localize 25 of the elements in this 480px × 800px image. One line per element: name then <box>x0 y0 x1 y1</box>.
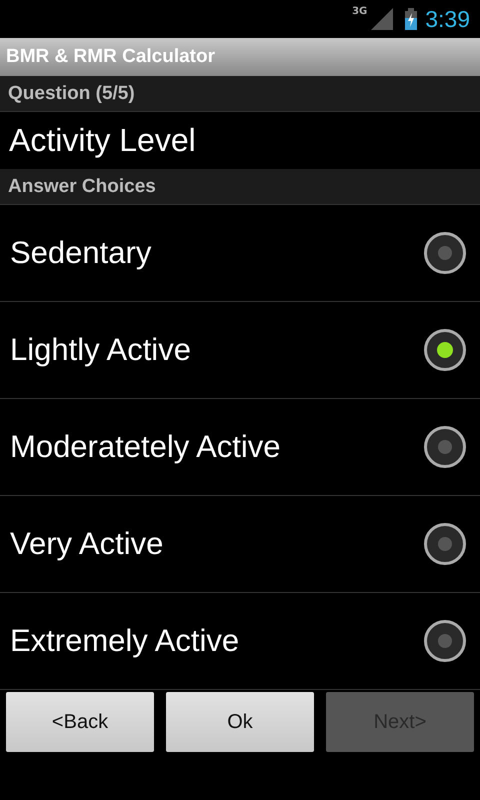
answer-option[interactable]: Extremely Active <box>0 593 480 690</box>
window-title: BMR & RMR Calculator <box>6 46 216 68</box>
network-type-text: 3G <box>352 6 368 17</box>
answer-label: Sedentary <box>10 235 152 271</box>
nav-button[interactable]: Ok <box>166 692 314 752</box>
question-number: Question (5/5) <box>8 82 135 104</box>
radio-button[interactable] <box>424 523 466 565</box>
answer-option[interactable]: Very Active <box>0 496 480 593</box>
answers-header: Answer Choices <box>8 176 156 198</box>
radio-button[interactable] <box>424 426 466 468</box>
answer-label: Lightly Active <box>10 332 191 368</box>
question-text: Activity Level <box>9 122 196 159</box>
radio-button[interactable] <box>424 329 466 371</box>
clock-text: 3:39 <box>425 6 470 32</box>
nav-button[interactable]: <Back <box>6 692 154 752</box>
answer-option[interactable]: Moderatetely Active <box>0 399 480 496</box>
answer-label: Moderatetely Active <box>10 429 281 465</box>
answer-option[interactable]: Sedentary <box>0 205 480 302</box>
radio-button[interactable] <box>424 232 466 274</box>
battery-charging-icon <box>405 8 418 30</box>
answer-option[interactable]: Lightly Active <box>0 302 480 399</box>
signal-icon <box>371 8 394 30</box>
answer-label: Very Active <box>10 526 164 562</box>
radio-button[interactable] <box>424 620 466 662</box>
answer-label: Extremely Active <box>10 623 240 659</box>
